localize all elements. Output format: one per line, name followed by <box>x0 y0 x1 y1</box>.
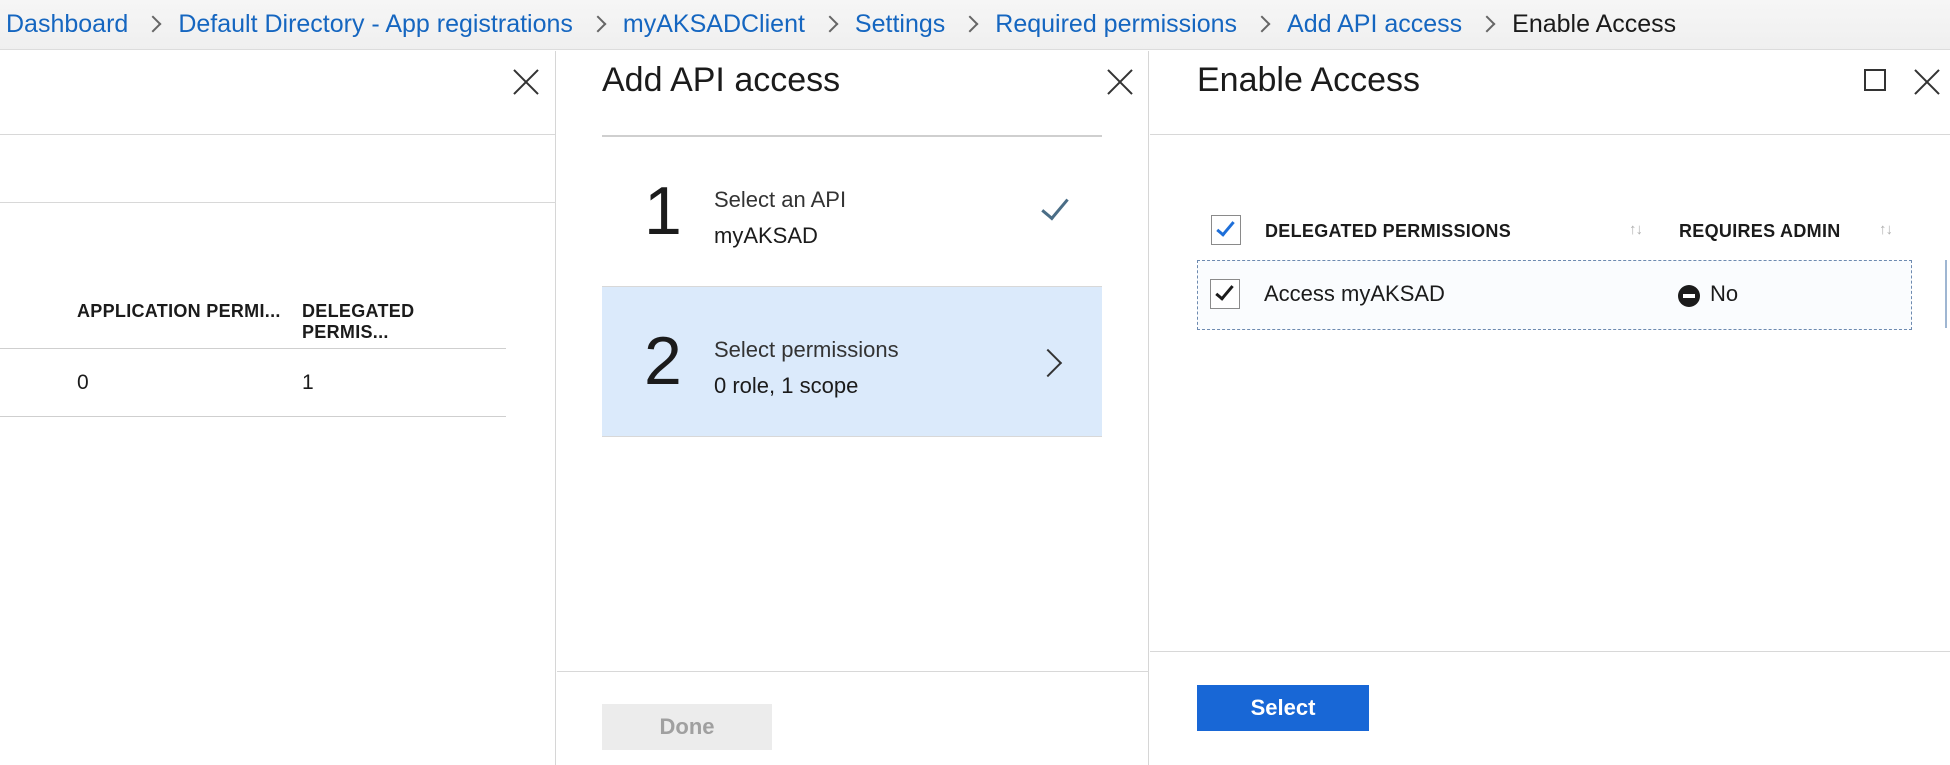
select-button[interactable]: Select <box>1197 685 1369 731</box>
checkmark-icon <box>1215 281 1234 301</box>
panel-footer: Done <box>557 671 1149 765</box>
table-header: APPLICATION PERMI... DELEGATED PERMIS... <box>0 261 506 349</box>
step-subtitle: myAKSAD <box>714 223 818 248</box>
step-number: 1 <box>644 173 682 249</box>
row-checkbox[interactable] <box>1210 279 1240 309</box>
close-icon[interactable] <box>511 67 541 97</box>
panel-header <box>0 51 555 135</box>
table-row[interactable]: 0 1 <box>0 349 506 417</box>
checkmark-icon <box>1216 217 1235 237</box>
sort-icon[interactable]: ↑↓ <box>1879 221 1893 238</box>
table-row[interactable]: Access myAKSAD No <box>1197 260 1912 330</box>
blocked-icon <box>1678 285 1700 307</box>
column-header-application-permissions[interactable]: APPLICATION PERMI... <box>77 301 281 322</box>
breadcrumb-add-api-access[interactable]: Add API access <box>1287 10 1462 39</box>
wizard-steps: 1 Select an API myAKSAD 2 Select permiss… <box>602 135 1102 437</box>
step-title: Select an API <box>714 187 847 212</box>
select-all-checkbox[interactable] <box>1211 215 1241 245</box>
panel-title: Enable Access <box>1197 61 1421 99</box>
permissions-table: DELEGATED PERMISSIONS ↑↓ REQUIRES ADMIN … <box>1197 201 1912 330</box>
breadcrumb-app-registrations[interactable]: Default Directory - App registrations <box>178 10 573 39</box>
chevron-right-icon <box>589 15 607 32</box>
permission-name: Access myAKSAD <box>1264 281 1445 306</box>
step-subtitle: 0 role, 1 scope <box>714 373 859 398</box>
add-api-access-panel: Add API access 1 Select an API myAKSAD 2… <box>557 51 1149 765</box>
breadcrumb-required-permissions[interactable]: Required permissions <box>995 10 1237 39</box>
panel-header: Enable Access <box>1150 51 1950 135</box>
column-header-requires-admin[interactable]: REQUIRES ADMIN <box>1679 221 1841 242</box>
step-title: Select permissions <box>714 337 899 362</box>
requires-admin-value: No <box>1710 281 1739 306</box>
sort-icon[interactable]: ↑↓ <box>1629 221 1643 238</box>
breadcrumb-dashboard[interactable]: Dashboard <box>6 10 128 39</box>
panel-title: Add API access <box>602 61 841 99</box>
enable-access-panel: Enable Access DELEGATED PERMISSIONS ↑↓ R… <box>1150 51 1950 765</box>
step-number: 2 <box>644 323 682 399</box>
toolbar-band <box>0 135 556 203</box>
done-button[interactable]: Done <box>602 704 772 750</box>
step-select-api[interactable]: 1 Select an API myAKSAD <box>602 137 1102 287</box>
panel-header: Add API access <box>557 51 1148 135</box>
chevron-right-icon <box>961 15 979 32</box>
breadcrumb: Dashboard Default Directory - App regist… <box>0 0 1950 50</box>
application-permissions-count: 0 <box>77 371 89 394</box>
chevron-right-icon <box>1033 348 1063 378</box>
breadcrumb-settings[interactable]: Settings <box>855 10 945 39</box>
step-select-permissions[interactable]: 2 Select permissions 0 role, 1 scope <box>602 287 1102 437</box>
delegated-permissions-count: 1 <box>302 371 314 394</box>
chevron-right-icon <box>144 15 162 32</box>
check-icon <box>1041 191 1069 221</box>
chevron-right-icon <box>1478 15 1496 32</box>
panel-footer: Select <box>1150 651 1950 765</box>
scroll-edge <box>1945 260 1950 328</box>
chevron-right-icon <box>1253 15 1271 32</box>
table-header: DELEGATED PERMISSIONS ↑↓ REQUIRES ADMIN … <box>1197 201 1912 259</box>
close-icon[interactable] <box>1912 67 1942 97</box>
required-permissions-panel: APPLICATION PERMI... DELEGATED PERMIS...… <box>0 51 556 765</box>
breadcrumb-client-app[interactable]: myAKSADClient <box>623 10 805 39</box>
chevron-right-icon <box>821 15 839 32</box>
column-header-delegated-permissions[interactable]: DELEGATED PERMISSIONS <box>1265 221 1511 242</box>
breadcrumb-current: Enable Access <box>1512 10 1677 38</box>
close-icon[interactable] <box>1105 67 1135 97</box>
permissions-table: APPLICATION PERMI... DELEGATED PERMIS...… <box>0 261 506 417</box>
column-header-delegated-permissions[interactable]: DELEGATED PERMIS... <box>302 301 506 343</box>
maximize-icon[interactable] <box>1864 69 1886 91</box>
